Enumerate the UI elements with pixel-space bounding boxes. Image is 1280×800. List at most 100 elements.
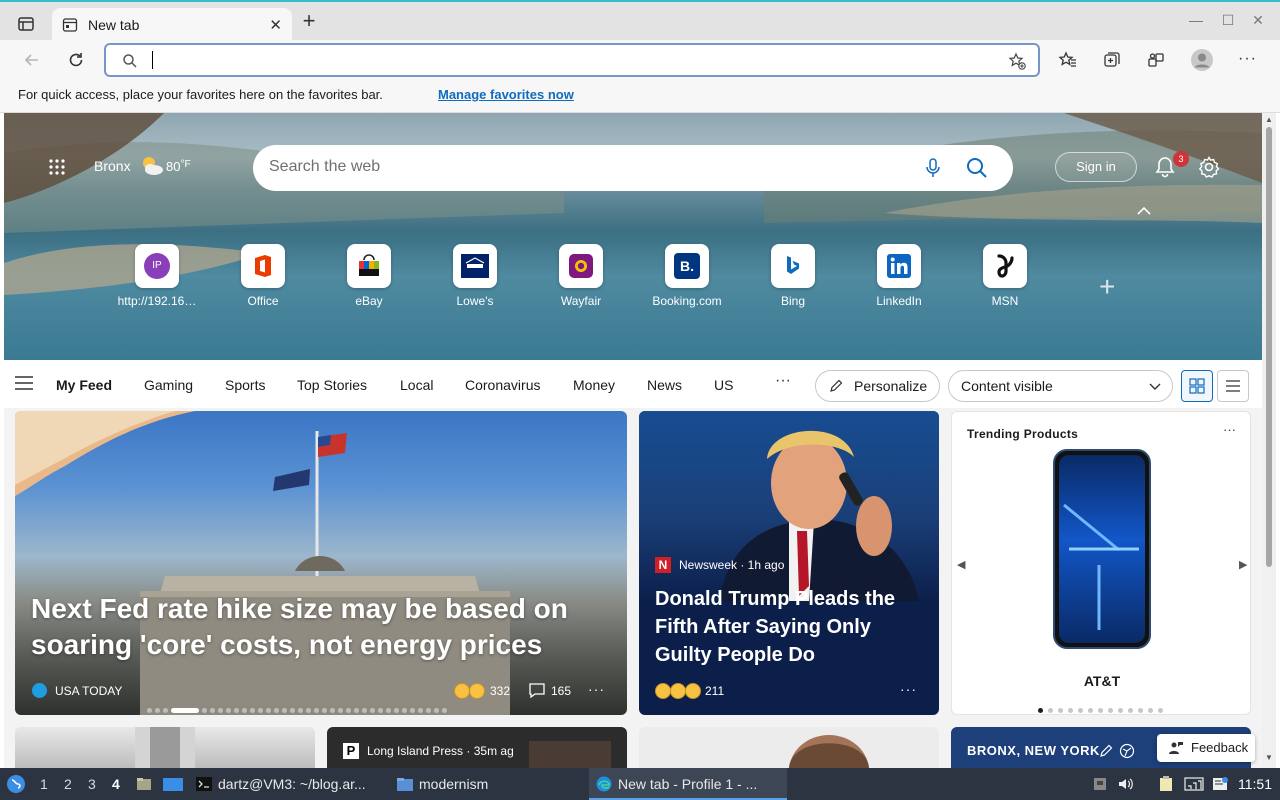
news-card[interactable] [15, 727, 315, 768]
grid-view-button[interactable] [1181, 370, 1213, 402]
quick-link-lowes[interactable]: Lowe's [425, 244, 525, 308]
headline[interactable]: Next Fed rate hike size may be based on … [31, 591, 611, 663]
reaction-count[interactable]: 211 [705, 684, 724, 698]
tab-us[interactable]: US [714, 377, 733, 393]
content-visibility-select[interactable]: Content visible [948, 370, 1173, 402]
quick-link-wayfair[interactable]: Wayfair [531, 244, 631, 308]
news-card-trump[interactable]: N Newsweek · 1h ago Donald Trump Pleads … [639, 411, 939, 715]
partly-sunny-icon[interactable] [140, 155, 164, 177]
comment-count[interactable]: 165 [551, 684, 571, 698]
file-manager-icon[interactable] [136, 776, 152, 792]
reaction-count[interactable]: 332 [490, 684, 510, 698]
article-source[interactable]: Newsweek · 1h ago [679, 558, 784, 572]
tab-actions-icon[interactable] [16, 14, 36, 34]
quick-link-ebay[interactable]: eBay [319, 244, 419, 308]
page-scrollbar[interactable]: ▲ ▼ [1262, 113, 1276, 768]
quick-link-office[interactable]: Office [213, 244, 313, 308]
show-desktop-icon[interactable] [162, 776, 184, 792]
article-source[interactable]: USA TODAY [55, 684, 122, 698]
iphone-product-image[interactable] [1053, 449, 1151, 649]
taskbar-terminal[interactable]: dartz@VM3: ~/blog.ar... [218, 776, 366, 792]
workspace-3[interactable]: 3 [88, 776, 96, 792]
headline[interactable]: Donald Trump Pleads the Fifth After Sayi… [655, 585, 925, 669]
back-icon[interactable] [22, 50, 42, 70]
settings-more-icon[interactable]: ··· [1238, 50, 1257, 68]
sign-in-button[interactable]: Sign in [1055, 152, 1137, 182]
product-brand[interactable]: AT&T [952, 673, 1252, 689]
tab-new-tab[interactable]: New tab ✕ [52, 8, 292, 42]
weather-location[interactable]: Bronx [94, 158, 131, 174]
carousel-prev-icon[interactable]: ◀ [957, 558, 965, 571]
card-options-icon[interactable]: ··· [1223, 422, 1236, 437]
comment-icon[interactable] [529, 683, 545, 698]
tab-sports[interactable]: Sports [225, 377, 265, 393]
volume-icon[interactable] [1118, 776, 1134, 792]
carousel-next-icon[interactable]: ▶ [1239, 558, 1247, 571]
tab-coronavirus[interactable]: Coronavirus [465, 377, 540, 393]
tray-storage-icon[interactable] [1092, 776, 1108, 792]
address-bar[interactable] [104, 43, 1040, 77]
minimize-icon[interactable]: — [1186, 12, 1206, 28]
scrollbar-thumb[interactable] [1266, 127, 1272, 567]
news-card[interactable] [639, 727, 939, 768]
content-visibility-value: Content visible [961, 378, 1053, 394]
collections-icon[interactable] [1102, 50, 1122, 70]
trending-products-card[interactable]: Trending Products ··· ◀ ▶ AT&T [951, 411, 1251, 715]
card-options-icon[interactable]: ··· [900, 681, 917, 697]
hero-news-card[interactable]: Next Fed rate hike size may be based on … [15, 411, 627, 715]
carousel-indicator[interactable] [147, 702, 450, 714]
map-icon[interactable] [1119, 743, 1135, 759]
card-options-icon[interactable]: ··· [588, 681, 605, 697]
refresh-icon[interactable] [66, 50, 86, 70]
personalize-button[interactable]: Personalize [815, 370, 940, 402]
tab-my-feed[interactable]: My Feed [56, 377, 112, 393]
microphone-icon[interactable] [923, 157, 943, 179]
taskbar-folder[interactable]: modernism [419, 776, 488, 792]
tab-news[interactable]: News [647, 377, 682, 393]
edit-location-icon[interactable] [1099, 744, 1113, 758]
taskbar-browser[interactable]: New tab - Profile 1 - ... [618, 776, 757, 792]
add-shortcut-icon[interactable]: + [1099, 271, 1115, 303]
tab-gaming[interactable]: Gaming [144, 377, 193, 393]
carousel-indicator[interactable] [1038, 701, 1168, 716]
collapse-chevron-up-icon[interactable] [1134, 203, 1154, 219]
clipboard-icon[interactable] [1158, 776, 1174, 792]
article-source[interactable]: Long Island Press · 35m ag [367, 744, 514, 758]
hamburger-menu-icon[interactable] [15, 376, 33, 390]
messages-icon[interactable] [1212, 776, 1228, 792]
network-icon[interactable] [1184, 776, 1204, 792]
search-icon[interactable] [965, 156, 989, 180]
add-favorite-icon[interactable] [1008, 52, 1026, 70]
workspace-1[interactable]: 1 [40, 776, 48, 792]
favorites-icon[interactable] [1058, 50, 1078, 70]
tab-local[interactable]: Local [400, 377, 433, 393]
scroll-down-icon[interactable]: ▼ [1265, 753, 1273, 762]
page-settings-gear-icon[interactable] [1197, 155, 1221, 179]
weather-temperature[interactable]: 80°F [166, 159, 191, 174]
quick-link-ip[interactable]: IP http://192.16… [107, 244, 207, 308]
manage-favorites-link[interactable]: Manage favorites now [438, 87, 574, 102]
quick-link-msn[interactable]: MSN [955, 244, 1055, 308]
quick-link-booking[interactable]: B. Booking.com [637, 244, 737, 308]
new-tab-button[interactable]: + [298, 10, 320, 34]
maximize-icon[interactable]: ☐ [1218, 12, 1238, 29]
quick-link-linkedin[interactable]: LinkedIn [849, 244, 949, 308]
profile-avatar-icon[interactable] [1190, 48, 1214, 72]
feedback-button[interactable]: Feedback [1157, 734, 1255, 762]
apps-launcher-icon[interactable] [48, 158, 66, 176]
web-search-box[interactable]: Search the web [253, 145, 1013, 191]
tab-money[interactable]: Money [573, 377, 615, 393]
more-tabs-icon[interactable]: ··· [775, 372, 791, 390]
tab-top-stories[interactable]: Top Stories [297, 377, 367, 393]
quick-link-bing[interactable]: Bing [743, 244, 843, 308]
news-card[interactable]: P Long Island Press · 35m ag [327, 727, 627, 768]
start-menu-icon[interactable] [6, 774, 26, 794]
linkedin-icon [877, 244, 921, 288]
close-tab-icon[interactable]: ✕ [269, 16, 282, 34]
scroll-up-icon[interactable]: ▲ [1265, 115, 1273, 124]
list-view-button[interactable] [1217, 370, 1249, 402]
workspace-2[interactable]: 2 [64, 776, 72, 792]
extensions-icon[interactable] [1146, 50, 1166, 70]
close-window-icon[interactable]: ✕ [1248, 12, 1268, 29]
workspace-4[interactable]: 4 [112, 776, 120, 792]
